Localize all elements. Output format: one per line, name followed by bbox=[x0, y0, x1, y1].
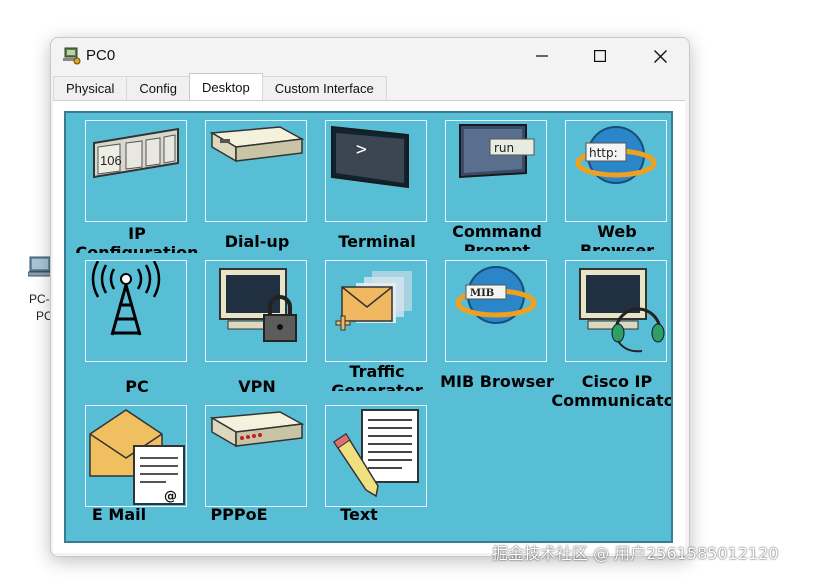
app-vpn[interactable]: VPN bbox=[187, 260, 327, 400]
app-pppoe-frame bbox=[205, 405, 307, 507]
app-web-browser[interactable]: http: Web Browser bbox=[547, 120, 671, 260]
tab-content: 106 IP Configuration Dial-up > Terminal … bbox=[53, 100, 685, 553]
web-browser-icon: http: bbox=[575, 126, 657, 184]
desktop-panel: 106 IP Configuration Dial-up > Terminal … bbox=[64, 111, 673, 543]
app-traffic-generator-label: Traffic Generator bbox=[331, 362, 423, 391]
app-pc-wireless-label: PC bbox=[125, 377, 149, 396]
wireless-antenna-icon bbox=[91, 261, 161, 336]
email-icon: @ bbox=[89, 409, 185, 505]
minimize-icon bbox=[536, 55, 548, 57]
tab-physical[interactable]: Physical bbox=[53, 76, 128, 100]
app-web-browser-frame: http: bbox=[565, 120, 667, 222]
app-dial-up-frame bbox=[205, 120, 307, 222]
window-title: PC0 bbox=[86, 47, 116, 64]
app-text-editor-frame bbox=[325, 405, 427, 507]
terminal-icon: > bbox=[331, 125, 409, 189]
watermark-text: 掘金技术社区 @ 用户2561585012120 bbox=[492, 544, 779, 563]
maximize-icon bbox=[594, 50, 606, 62]
app-dial-up-label: Dial-up bbox=[224, 232, 290, 251]
app-traffic-generator-frame bbox=[325, 260, 427, 362]
app-ip-configuration-label: IP Configuration bbox=[75, 224, 199, 253]
mib-browser-icon: MIB bbox=[455, 266, 537, 324]
tab-desktop[interactable]: Desktop bbox=[189, 73, 263, 100]
svg-text:>: > bbox=[356, 139, 367, 160]
app-mib-browser-label: MIB Browser bbox=[440, 372, 554, 391]
app-command-prompt-frame: run bbox=[445, 120, 547, 222]
tab-config[interactable]: Config bbox=[126, 76, 190, 100]
background-device-label: PC- bbox=[29, 292, 50, 306]
pc-window: PC0 Physical Config Desktop Custom Inter… bbox=[50, 37, 690, 557]
app-ip-configuration-frame: 106 bbox=[85, 120, 187, 222]
pppoe-dialer-icon bbox=[209, 411, 305, 448]
svg-text:run: run bbox=[494, 141, 514, 155]
svg-text:MIB: MIB bbox=[470, 288, 494, 299]
app-vpn-label: VPN bbox=[238, 377, 276, 396]
command-prompt-icon: run bbox=[459, 124, 535, 179]
app-dial-up[interactable]: Dial-up bbox=[187, 120, 327, 260]
app-terminal-frame: > bbox=[325, 120, 427, 222]
app-terminal[interactable]: > Terminal bbox=[307, 120, 447, 260]
app-pc-wireless-frame bbox=[85, 260, 187, 362]
close-icon bbox=[653, 49, 667, 63]
app-command-prompt[interactable]: run Command Prompt bbox=[427, 120, 567, 260]
title-bar[interactable]: PC0 bbox=[51, 38, 689, 74]
vpn-lock-icon bbox=[219, 268, 297, 342]
tab-bar: Physical Config Desktop Custom Interface bbox=[53, 73, 387, 100]
app-email-frame: @ bbox=[85, 405, 187, 507]
app-cisco-ip-communicator-label: Cisco IP Communicator bbox=[551, 372, 673, 410]
app-web-browser-label: Web Browser bbox=[579, 222, 655, 251]
tab-custom-interface[interactable]: Custom Interface bbox=[261, 76, 387, 100]
app-terminal-label: Terminal bbox=[338, 232, 416, 251]
svg-text:106: 106 bbox=[100, 153, 122, 168]
minimize-button[interactable] bbox=[513, 38, 571, 74]
app-mib-browser[interactable]: MIB MIB Browser bbox=[427, 260, 567, 400]
text-editor-icon bbox=[332, 409, 419, 498]
ip-config-icon: 106 bbox=[93, 127, 179, 179]
app-text-editor-label: Text bbox=[340, 505, 378, 524]
maximize-button[interactable] bbox=[571, 38, 629, 74]
modem-icon bbox=[209, 126, 305, 163]
app-command-prompt-label: Command Prompt bbox=[452, 222, 542, 251]
traffic-generator-icon bbox=[335, 271, 412, 331]
app-vpn-frame bbox=[205, 260, 307, 362]
app-ip-configuration[interactable]: 106 IP Configuration bbox=[67, 120, 207, 260]
app-cisco-ip-communicator-frame bbox=[565, 260, 667, 362]
svg-text:@: @ bbox=[164, 489, 177, 504]
ip-communicator-headset-icon bbox=[579, 268, 665, 353]
svg-text:http:: http: bbox=[589, 146, 618, 160]
app-mib-browser-frame: MIB bbox=[445, 260, 547, 362]
close-button[interactable] bbox=[631, 38, 689, 74]
app-pppoe-label: PPPoE bbox=[210, 505, 268, 524]
app-text-editor[interactable]: Text bbox=[307, 405, 447, 541]
app-traffic-generator[interactable]: Traffic Generator bbox=[307, 260, 447, 400]
app-pc-wireless[interactable]: PC bbox=[67, 260, 207, 400]
app-cisco-ip-communicator[interactable]: Cisco IP Communicator bbox=[547, 260, 671, 410]
packet-tracer-pc-icon bbox=[63, 47, 81, 65]
